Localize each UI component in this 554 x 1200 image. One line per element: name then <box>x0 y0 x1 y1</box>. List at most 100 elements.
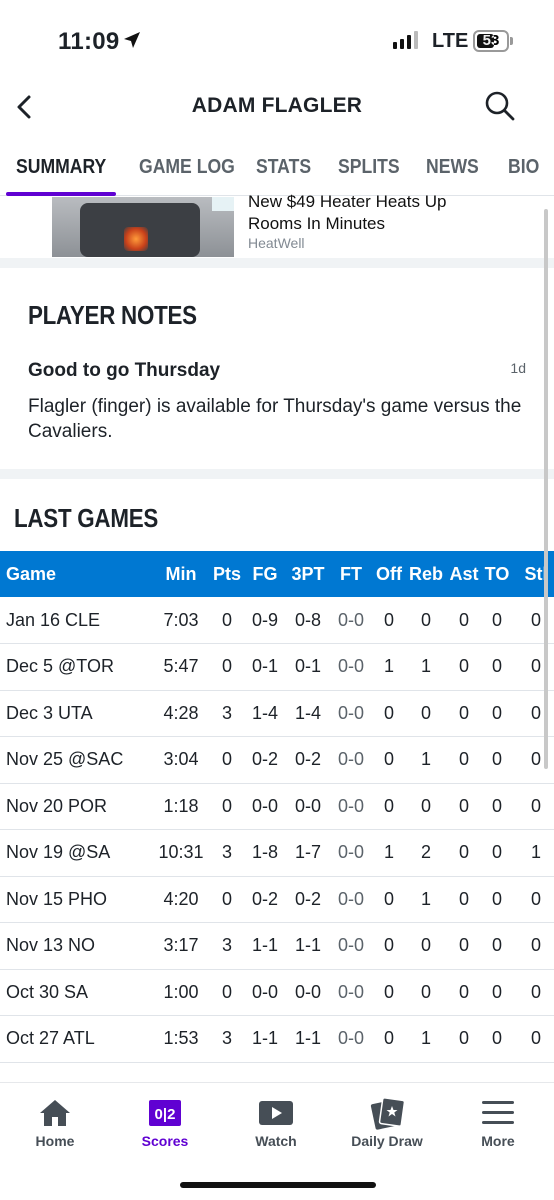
signal-icon <box>393 31 418 49</box>
stat-cell: 0 <box>446 922 482 970</box>
tab-scores[interactable]: 0|2 Scores <box>110 1095 220 1149</box>
section-divider <box>0 469 554 479</box>
ad-headline: New $49 Heater Heats Up Rooms In Minutes <box>248 192 447 233</box>
table-row[interactable]: Nov 25 @SAC 3:04 0 0-2 0-2 0-0 0 1 0 0 0 <box>0 736 554 784</box>
stat-cell: 1-4 <box>286 690 330 737</box>
player-notes-section: PLAYER NOTES Good to go Thursday 1d Flag… <box>0 268 554 468</box>
game-cell: Dec 5 @TOR <box>0 643 152 691</box>
game-log-table: Game Min Pts FG 3PT FT Off Reb Ast TO Stl Jan 16 C… <box>0 551 554 1063</box>
stat-cell: 0 <box>482 829 512 877</box>
stat-cell: 1-7 <box>286 829 330 877</box>
table-row[interactable]: Nov 13 NO 3:17 3 1-1 1-1 0-0 0 0 0 0 0 <box>0 922 554 970</box>
column-header-3pt[interactable]: 3PT <box>286 551 330 597</box>
stat-cell: 0 <box>446 876 482 923</box>
game-cell: Oct 30 SA <box>0 969 152 1016</box>
svg-text:0|2: 0|2 <box>155 1106 176 1123</box>
stat-cell: 0 <box>372 690 406 737</box>
ad-image <box>52 197 234 257</box>
note-headline[interactable]: Good to go Thursday <box>28 360 220 382</box>
game-cell: Jan 16 CLE <box>0 597 152 644</box>
tab-home[interactable]: Home <box>0 1095 110 1149</box>
stat-cell: 0 <box>372 783 406 830</box>
home-icon <box>0 1095 110 1131</box>
stat-cell: 0-1 <box>286 643 330 691</box>
stat-cell: 0 <box>406 690 446 737</box>
stat-cell: 1-1 <box>286 922 330 970</box>
note-age: 1d <box>510 360 526 376</box>
stat-cell: 1:18 <box>152 783 210 830</box>
stat-cell: 1 <box>512 829 554 877</box>
stat-cell: 0 <box>372 922 406 970</box>
stat-cell: 0 <box>446 969 482 1016</box>
scrollbar[interactable] <box>544 209 548 769</box>
table-row[interactable]: Dec 3 UTA 4:28 3 1-4 1-4 0-0 0 0 0 0 0 <box>0 690 554 737</box>
column-header-game[interactable]: Game <box>0 551 152 597</box>
table-row[interactable]: Jan 16 CLE 7:03 0 0-9 0-8 0-0 0 0 0 0 0 <box>0 597 554 644</box>
column-header-to[interactable]: TO <box>482 551 512 597</box>
stat-cell: 0-0 <box>330 876 372 923</box>
table-row[interactable]: Oct 30 SA 1:00 0 0-0 0-0 0-0 0 0 0 0 0 <box>0 969 554 1016</box>
stat-cell: 2 <box>406 829 446 877</box>
stat-cell: 0-0 <box>244 783 286 830</box>
last-games-section: LAST GAMES Game Min Pts FG 3PT FT Off Reb Ast TO S… <box>0 209 554 1079</box>
column-header-pts[interactable]: Pts <box>210 551 244 597</box>
stat-cell: 0 <box>482 1015 512 1063</box>
table-row[interactable]: Dec 5 @TOR 5:47 0 0-1 0-1 0-0 1 1 0 0 0 <box>0 643 554 691</box>
stat-cell: 0 <box>482 690 512 737</box>
note-body: Flagler (finger) is available for Thursd… <box>28 396 522 442</box>
table-row[interactable]: Nov 19 @SA 10:31 3 1-8 1-7 0-0 1 2 0 0 1 <box>0 829 554 877</box>
stat-cell: 0-2 <box>244 736 286 784</box>
tab-stats[interactable]: STATS <box>256 156 311 179</box>
search-icon[interactable] <box>484 90 516 122</box>
stat-cell: 3 <box>210 829 244 877</box>
ad-card[interactable]: New $49 Heater Heats Up Rooms In Minutes… <box>0 192 554 257</box>
table-row[interactable]: Nov 15 PHO 4:20 0 0-2 0-2 0-0 0 1 0 0 0 <box>0 876 554 923</box>
stat-cell: 0 <box>406 597 446 644</box>
daily-draw-icon <box>332 1095 442 1131</box>
stat-cell: 0-1 <box>244 643 286 691</box>
stat-cell: 1 <box>406 736 446 784</box>
stat-cell: 0-0 <box>330 969 372 1016</box>
column-header-ft[interactable]: FT <box>330 551 372 597</box>
stat-cell: 0 <box>210 876 244 923</box>
stat-cell: 5:47 <box>152 643 210 691</box>
stat-cell: 0-0 <box>330 643 372 691</box>
stat-cell: 1-8 <box>244 829 286 877</box>
table-row[interactable]: Nov 20 POR 1:18 0 0-0 0-0 0-0 0 0 0 0 0 <box>0 783 554 830</box>
column-header-ast[interactable]: Ast <box>446 551 482 597</box>
game-cell: Nov 13 NO <box>0 922 152 970</box>
tab-summary[interactable]: SUMMARY <box>16 156 106 179</box>
column-header-reb[interactable]: Reb <box>406 551 446 597</box>
stat-cell: 0 <box>406 783 446 830</box>
stat-cell: 0 <box>210 597 244 644</box>
stat-cell: 0 <box>210 969 244 1016</box>
stat-cell: 3 <box>210 690 244 737</box>
game-cell: Nov 19 @SA <box>0 829 152 877</box>
stat-cell: 1 <box>372 829 406 877</box>
stat-cell: 0-0 <box>286 783 330 830</box>
stat-cell: 0 <box>482 876 512 923</box>
stat-cell: 1-1 <box>244 1015 286 1063</box>
column-header-min[interactable]: Min <box>152 551 210 597</box>
stat-cell: 10:31 <box>152 829 210 877</box>
stat-cell: 0 <box>482 922 512 970</box>
player-notes-title: PLAYER NOTES <box>28 300 197 330</box>
stat-cell: 0-0 <box>330 736 372 784</box>
stat-cell: 0 <box>372 736 406 784</box>
table-row[interactable]: Oct 27 ATL 1:53 3 1-1 1-1 0-0 0 1 0 0 0 <box>0 1015 554 1063</box>
tab-more[interactable]: More <box>443 1095 553 1149</box>
stat-cell: 3:17 <box>152 922 210 970</box>
column-header-off[interactable]: Off <box>372 551 406 597</box>
tab-watch[interactable]: Watch <box>221 1095 331 1149</box>
stat-cell: 1 <box>372 643 406 691</box>
column-header-fg[interactable]: FG <box>244 551 286 597</box>
tab-daily-draw[interactable]: Daily Draw <box>332 1095 442 1149</box>
stat-cell: 0 <box>482 643 512 691</box>
stat-cell: 1-4 <box>244 690 286 737</box>
tab-bar-top: SUMMARY GAME LOG STATS SPLITS NEWS BIO <box>0 146 554 196</box>
stat-cell: 0 <box>446 783 482 830</box>
tab-bio[interactable]: BIO <box>508 156 539 179</box>
tab-game-log[interactable]: GAME LOG <box>139 156 235 179</box>
tab-splits[interactable]: SPLITS <box>338 156 400 179</box>
tab-news[interactable]: NEWS <box>426 156 479 179</box>
